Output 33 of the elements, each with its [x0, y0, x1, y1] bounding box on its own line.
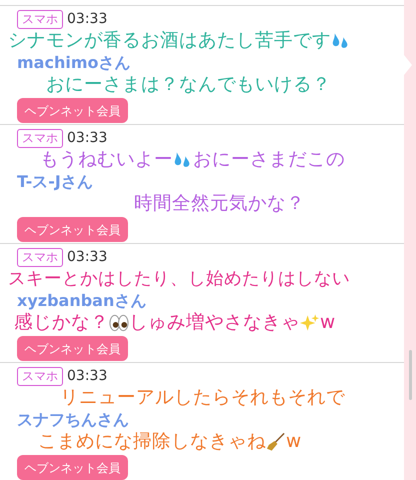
handwritten-text: 時間全然元気かな？ — [134, 192, 305, 214]
user-name[interactable]: machimoさん — [17, 52, 130, 73]
handwritten-text: 感じかな？ — [14, 312, 109, 334]
device-tag: スマホ — [17, 248, 63, 267]
post-time: 03:33 — [67, 367, 108, 386]
post-time: 03:33 — [67, 129, 108, 148]
post-time: 03:33 — [67, 10, 108, 29]
member-button[interactable]: ヘブンネット会員 — [17, 455, 128, 480]
scrollbar-thumb[interactable] — [409, 350, 412, 400]
handwritten-text: おにーさまだこの — [193, 148, 345, 170]
member-button[interactable]: ヘブンネット会員 — [17, 336, 128, 361]
user-name[interactable]: xyzbanbanさん — [17, 290, 146, 311]
broom-icon — [266, 432, 286, 452]
eyes-icon — [109, 312, 129, 332]
device-tag: スマホ — [17, 10, 63, 29]
handwritten-text: しゅみ増やさなきゃ — [129, 312, 300, 334]
handwritten-text: もうねむいよー — [40, 148, 173, 170]
device-tag: スマホ — [17, 129, 63, 148]
handwritten-text: おにーさまは？なんでもいける？ — [46, 74, 331, 96]
device-tag: スマホ — [17, 367, 63, 386]
handwritten-text: w — [286, 430, 302, 452]
member-button[interactable]: ヘブンネット会員 — [17, 217, 128, 242]
handwritten-text: スキーとかはしたり、し始めたりはしない — [8, 268, 350, 290]
handwritten-text: シナモンが香るお酒はあたし苦手です — [8, 30, 331, 52]
user-name[interactable]: T-ス-Jさん — [17, 171, 93, 192]
member-button[interactable]: ヘブンネット会員 — [17, 98, 128, 123]
notch-icon — [404, 55, 412, 75]
handwritten-text: こまめにな掃除しなきゃね — [38, 430, 266, 452]
user-name[interactable]: スナフちんさん — [17, 409, 129, 430]
handwritten-text: リニューアルしたらそれもそれで — [60, 386, 345, 408]
post-time: 03:33 — [67, 248, 108, 267]
handwritten-text: w — [320, 312, 336, 334]
sparkles-icon — [300, 312, 320, 332]
